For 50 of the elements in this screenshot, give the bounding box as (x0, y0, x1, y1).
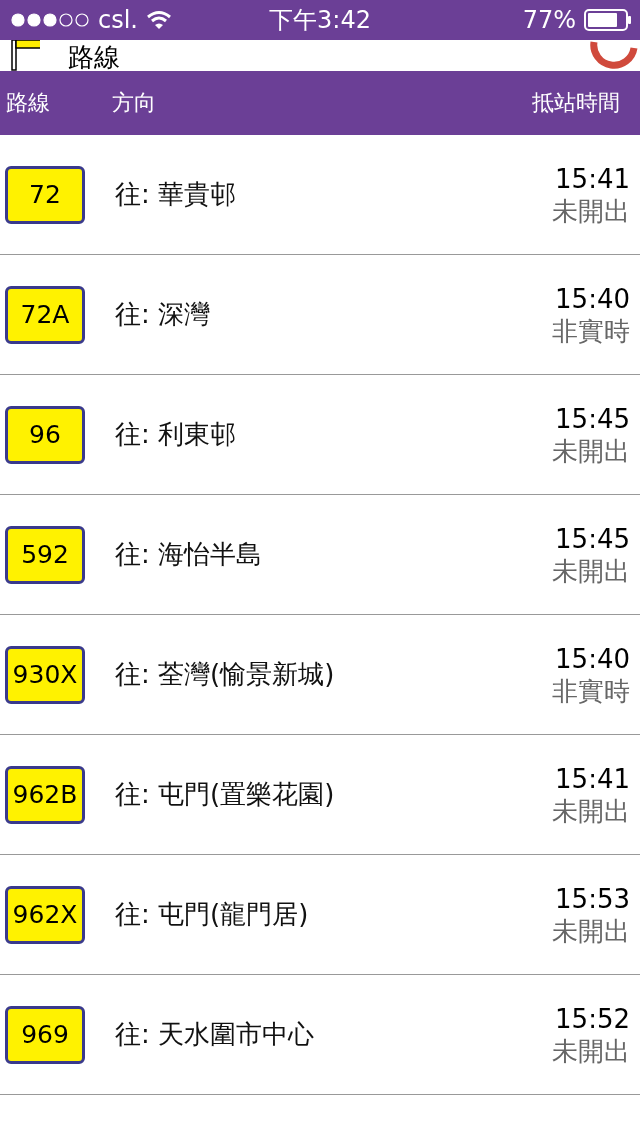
direction-text: 往: 屯門(置樂花園) (115, 778, 335, 811)
status-time: 下午3:42 (269, 5, 371, 36)
battery-icon (584, 9, 632, 31)
route-number: 72A (5, 285, 85, 344)
arrival-time: 15:40 (555, 282, 630, 315)
route-number: 96 (5, 405, 85, 464)
route-number: 930X (5, 645, 85, 704)
carrier-name: csl. (98, 6, 138, 34)
arrival-time: 15:52 (555, 1002, 630, 1035)
route-row[interactable]: 72A 往: 深灣 15:40 非實時 (0, 255, 640, 375)
arrival-status: 未開出 (552, 1034, 630, 1067)
route-row[interactable]: 962X 往: 屯門(龍門居) 15:53 未開出 (0, 855, 640, 975)
route-row[interactable]: 962B 往: 屯門(置樂花園) 15:41 未開出 (0, 735, 640, 855)
route-row[interactable]: 96 往: 利東邨 15:45 未開出 (0, 375, 640, 495)
page-title: 路線 (68, 43, 120, 71)
route-number: 962X (5, 885, 85, 944)
direction-text: 往: 天水圍市中心 (115, 1018, 315, 1051)
arrival-status: 非實時 (552, 314, 630, 347)
arrival-time: 15:41 (555, 762, 630, 795)
arrival-status: 未開出 (552, 914, 630, 947)
direction-text: 往: 屯門(龍門居) (115, 898, 309, 931)
arrival-status: 未開出 (552, 194, 630, 227)
route-number: 962B (5, 765, 85, 824)
route-row[interactable]: 930X 往: 荃灣(愉景新城) 15:40 非實時 (0, 615, 640, 735)
arrival-time: 15:45 (555, 402, 630, 435)
arrival-time: 15:53 (555, 882, 630, 915)
arrival-time: 15:41 (555, 162, 630, 195)
route-row[interactable]: 72 往: 華貴邨 15:41 未開出 (0, 135, 640, 255)
arrival-time: 15:40 (555, 642, 630, 675)
signal-icon (10, 12, 90, 28)
wifi-icon (146, 10, 172, 30)
column-header: 方向 (112, 89, 156, 117)
battery-percent: 77% (522, 6, 576, 34)
direction-text: 往: 利東邨 (115, 418, 237, 451)
arrival-time: 15:45 (555, 522, 630, 555)
route-row[interactable]: 969 往: 天水圍市中心 15:52 未開出 (0, 975, 640, 1095)
column-header: 路線 (6, 89, 50, 117)
direction-text: 往: 海怡半島 (115, 538, 263, 571)
route-number: 72 (5, 165, 85, 224)
arrival-status: 非實時 (552, 674, 630, 707)
column-header: 抵站時間 (532, 89, 620, 117)
arrival-status: 未開出 (552, 794, 630, 827)
route-row[interactable]: 592 往: 海怡半島 15:45 未開出 (0, 495, 640, 615)
arrival-status: 未開出 (552, 554, 630, 587)
direction-text: 往: 華貴邨 (115, 178, 237, 211)
arrival-status: 未開出 (552, 434, 630, 467)
route-number: 969 (5, 1005, 85, 1064)
route-number: 592 (5, 525, 85, 584)
direction-text: 往: 荃灣(愉景新城) (115, 658, 335, 691)
direction-text: 往: 深灣 (115, 298, 211, 331)
